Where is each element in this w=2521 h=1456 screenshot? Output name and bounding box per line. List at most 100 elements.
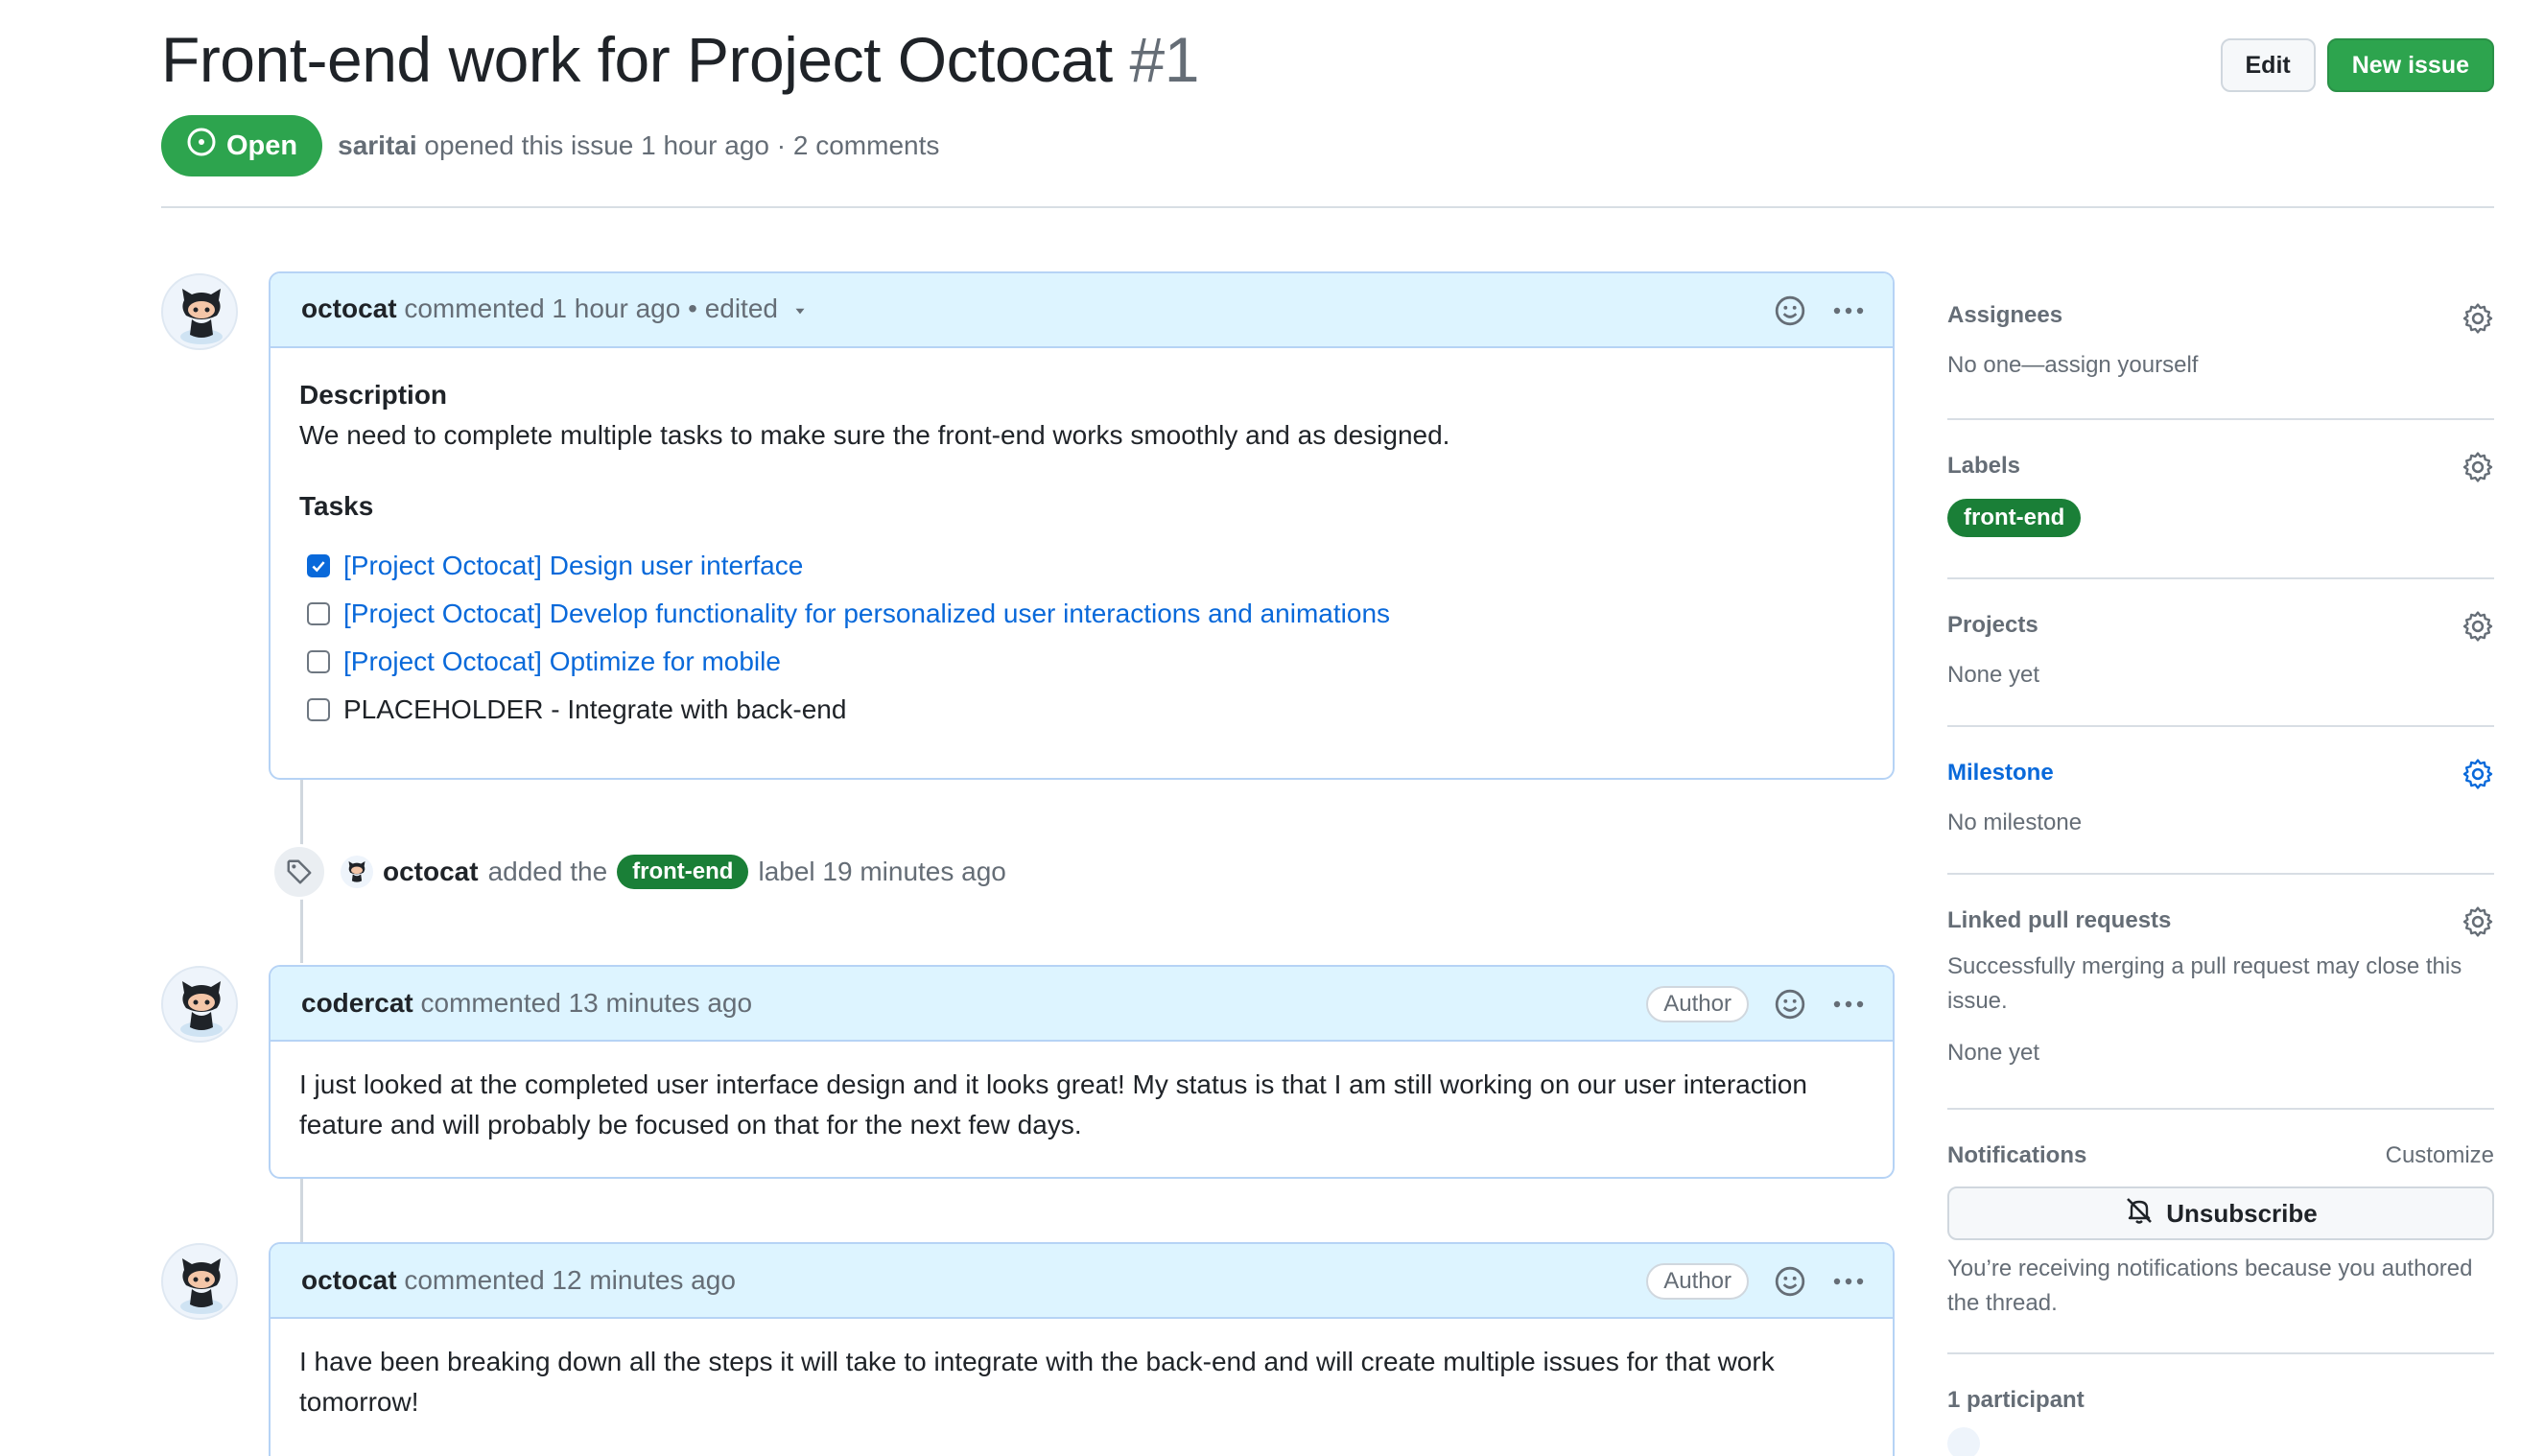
issue-number: #1 (1129, 24, 1200, 95)
issue-header: Front-end work for Project Octocat #1 Ed… (161, 21, 2494, 208)
edit-button[interactable]: Edit (2220, 38, 2316, 92)
task-link[interactable]: [Project Octocat] Develop functionality … (343, 594, 1390, 634)
comment-body: I just looked at the completed user inte… (271, 1042, 1893, 1172)
comment-author[interactable]: codercat (301, 988, 413, 1018)
smiley-icon[interactable] (1774, 294, 1806, 327)
customize-link[interactable]: Customize (2386, 1139, 2494, 1173)
description-text: We need to complete multiple tasks to ma… (299, 420, 1450, 450)
description-heading: Description (299, 380, 448, 410)
comment-byline: octocat commented 1 hour ago • edited (301, 294, 809, 326)
unsubscribe-button[interactable]: Unsubscribe (1947, 1186, 2494, 1240)
comment-text: I just looked at the completed user inte… (299, 1069, 1807, 1139)
task-checkbox[interactable] (307, 650, 330, 673)
task-checkbox[interactable] (307, 698, 330, 721)
comment: codercat commented 13 minutes ago Author… (269, 965, 1895, 1179)
event-actor[interactable]: octocat (383, 857, 479, 887)
comment: octocat commented 12 minutes ago Author … (269, 1242, 1895, 1456)
comment-author[interactable]: octocat (301, 294, 397, 323)
smiley-icon[interactable] (1774, 1265, 1806, 1298)
avatar[interactable] (341, 856, 373, 888)
task-item: [Project Octocat] Design user interface (299, 542, 1864, 590)
comment-text: I have been breaking down all the steps … (299, 1347, 1775, 1417)
projects-title[interactable]: Projects (1947, 612, 2494, 639)
labels-title[interactable]: Labels (1947, 453, 2494, 480)
label-pill[interactable]: front-end (1947, 499, 2082, 537)
sidebar-labels: Labels front-end (1947, 420, 2494, 579)
avatar[interactable] (161, 1243, 238, 1320)
avatar[interactable] (161, 273, 238, 350)
comment: octocat commented 1 hour ago • edited De… (269, 271, 1895, 780)
tag-icon (271, 844, 327, 900)
comment-actions: Author (1646, 967, 1866, 1042)
comment-body: Description We need to complete multiple… (271, 348, 1893, 761)
issue-meta: saritai opened this issue 1 hour ago · 2… (338, 130, 939, 161)
state-label: Open (226, 129, 298, 161)
comment-byline: codercat commented 13 minutes ago (301, 988, 752, 1019)
unsubscribe-label: Unsubscribe (2166, 1198, 2318, 1228)
comment-header: octocat commented 1 hour ago • edited (271, 273, 1893, 348)
task-item: PLACEHOLDER - Integrate with back-end (299, 686, 1864, 734)
participant-avatar[interactable] (1947, 1427, 1980, 1456)
bell-slash-icon (2124, 1195, 2155, 1233)
comment-body: I have been breaking down all the steps … (271, 1319, 1893, 1449)
kebab-horizontal-icon[interactable] (1831, 1265, 1866, 1298)
issue-sidebar: Assignees No one—assign yourself Labels … (1947, 273, 2494, 1456)
label-pill[interactable]: front-end (617, 855, 749, 889)
issue-title-text: Front-end work for Project Octocat (161, 24, 1113, 95)
gear-icon[interactable] (2462, 905, 2494, 943)
event-post: label 19 minutes ago (758, 857, 1006, 886)
linked-prs-help: Successfully merging a pull request may … (1947, 953, 2462, 1014)
issue-meta-text: opened this issue 1 hour ago · 2 comment… (424, 130, 940, 160)
comment-author[interactable]: octocat (301, 1265, 397, 1295)
state-badge: Open (161, 115, 323, 176)
task-checkbox[interactable] (307, 554, 330, 577)
smiley-icon[interactable] (1774, 988, 1806, 1021)
gear-icon[interactable] (2462, 758, 2494, 795)
sidebar-participants: 1 participant (1947, 1354, 2494, 1456)
gear-icon[interactable] (2462, 451, 2494, 488)
gear-icon[interactable] (2462, 302, 2494, 340)
participants-title: 1 participant (1947, 1387, 2085, 1413)
sidebar-projects: Projects None yet (1947, 579, 2494, 727)
gear-icon[interactable] (2462, 610, 2494, 647)
kebab-horizontal-icon[interactable] (1831, 294, 1866, 327)
projects-value: None yet (1947, 662, 2040, 688)
sidebar-milestone: Milestone No milestone (1947, 727, 2494, 875)
comment-action: commented 12 minutes ago (404, 1265, 736, 1295)
triangle-down-icon[interactable] (791, 295, 809, 326)
avatar[interactable] (161, 966, 238, 1043)
notifications-reason: You’re receiving notifications because y… (1947, 1256, 2473, 1316)
comment-header: octocat commented 12 minutes ago Author (271, 1244, 1893, 1319)
header-actions: Edit New issue (2220, 38, 2494, 92)
assignees-value[interactable]: No one—assign yourself (1947, 348, 2494, 383)
new-issue-button[interactable]: New issue (2326, 38, 2494, 92)
edited-indicator[interactable]: • edited (688, 294, 778, 323)
milestone-title[interactable]: Milestone (1947, 760, 2494, 787)
task-link[interactable]: [Project Octocat] Optimize for mobile (343, 642, 781, 682)
comment-actions: Author (1646, 1244, 1866, 1319)
issue-state-row: Open saritai opened this issue 1 hour ag… (161, 115, 939, 176)
task-link[interactable]: [Project Octocat] Design user interface (343, 546, 803, 586)
timeline-line (300, 1177, 303, 1242)
task-item: [Project Octocat] Develop functionality … (299, 590, 1864, 638)
issue-title: Front-end work for Project Octocat #1 (161, 23, 1199, 96)
task-checkbox[interactable] (307, 602, 330, 625)
issue-author[interactable]: saritai (338, 130, 417, 160)
label-event: octocat added the front-end label 19 min… (271, 844, 1006, 900)
linked-prs-title[interactable]: Linked pull requests (1947, 907, 2494, 934)
assignees-title[interactable]: Assignees (1947, 302, 2494, 329)
comment-header: codercat commented 13 minutes ago Author (271, 967, 1893, 1042)
kebab-horizontal-icon[interactable] (1831, 988, 1866, 1021)
event-text: octocat added the front-end label 19 min… (341, 855, 1006, 889)
check-icon (310, 546, 327, 586)
author-badge: Author (1646, 986, 1749, 1022)
comment-action: commented 13 minutes ago (420, 988, 753, 1018)
author-badge: Author (1646, 1263, 1749, 1300)
milestone-value: No milestone (1947, 810, 2083, 835)
sidebar-notifications: Notifications Customize Unsubscribe You’… (1947, 1110, 2494, 1354)
comment-action: commented 1 hour ago (404, 294, 681, 324)
task-label: PLACEHOLDER - Integrate with back-end (343, 694, 847, 724)
sidebar-linked-prs: Linked pull requests Successfully mergin… (1947, 875, 2494, 1110)
linked-prs-value: None yet (1947, 1040, 2040, 1066)
task-list: [Project Octocat] Design user interface … (299, 542, 1864, 734)
